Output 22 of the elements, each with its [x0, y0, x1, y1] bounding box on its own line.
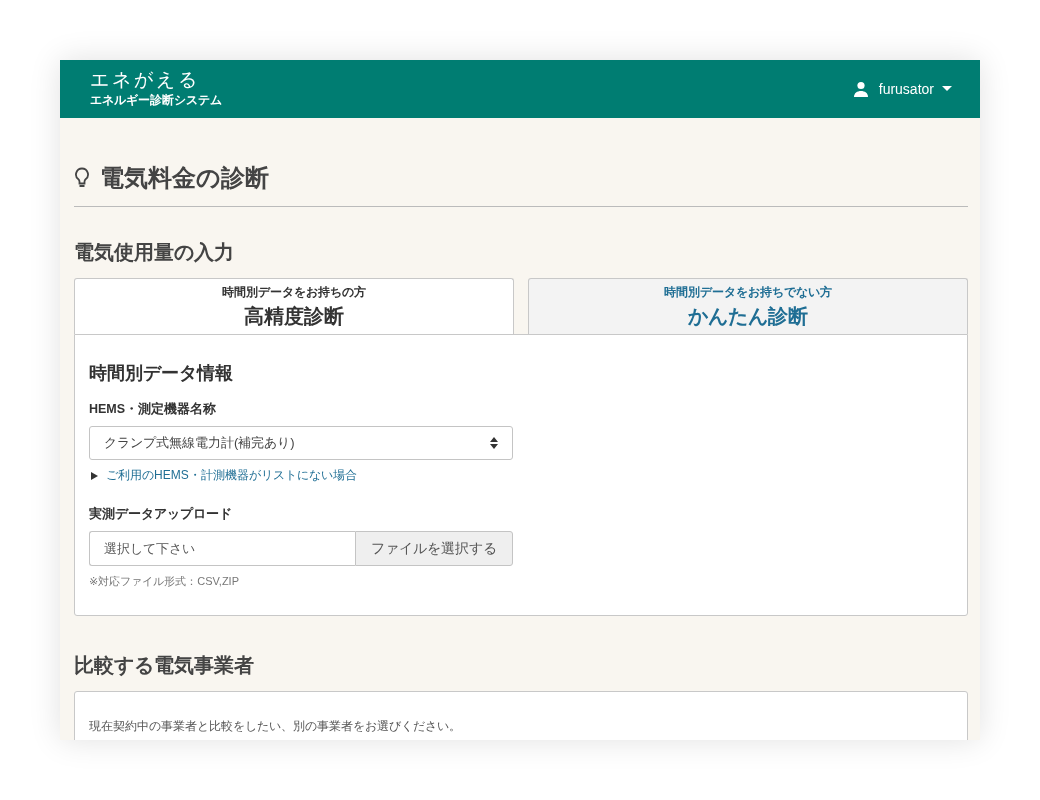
file-select-button[interactable]: ファイルを選択する: [355, 531, 513, 566]
user-menu-button[interactable]: furusator: [878, 81, 952, 97]
diagnosis-tab[interactable]: 時間別データをお持ちの方 高精度診断: [74, 278, 514, 334]
file-name-field[interactable]: 選択して下さい: [89, 531, 355, 566]
caret-icon: [942, 86, 952, 92]
user-icon: [852, 81, 869, 97]
light-bulb-icon: [74, 167, 90, 189]
app-subtitle: エネルギー診断システム: [90, 92, 222, 109]
section-heading: 時間別データ情報: [89, 362, 234, 385]
section-heading: 比較する電気事業者: [74, 653, 255, 678]
device-select[interactable]: クランプ式無線電力計(補完あり): [89, 426, 513, 460]
field-label: HEMS・測定機器名称: [89, 401, 218, 418]
file-format-note: ※対応ファイル形式：CSV,ZIP: [89, 574, 240, 589]
disclosure-triangle-icon: [91, 471, 98, 480]
page-title: 電気料金の診断: [100, 163, 269, 193]
section-heading: 電気使用量の入力: [74, 240, 235, 265]
field-label: 実測データアップロード: [89, 506, 233, 523]
help-link[interactable]: ご利用のHEMS・計測機器がリストにない場合: [106, 467, 357, 484]
diagnosis-tab[interactable]: 時間別データをお持ちでない方 かんたん診断: [528, 278, 968, 334]
app-logo: エネがえる: [90, 69, 201, 91]
provider-instructions: 現在契約中の事業者と比較をしたい、別の事業者をお選びください。: [89, 719, 461, 733]
sort-arrows-icon: [490, 436, 498, 450]
